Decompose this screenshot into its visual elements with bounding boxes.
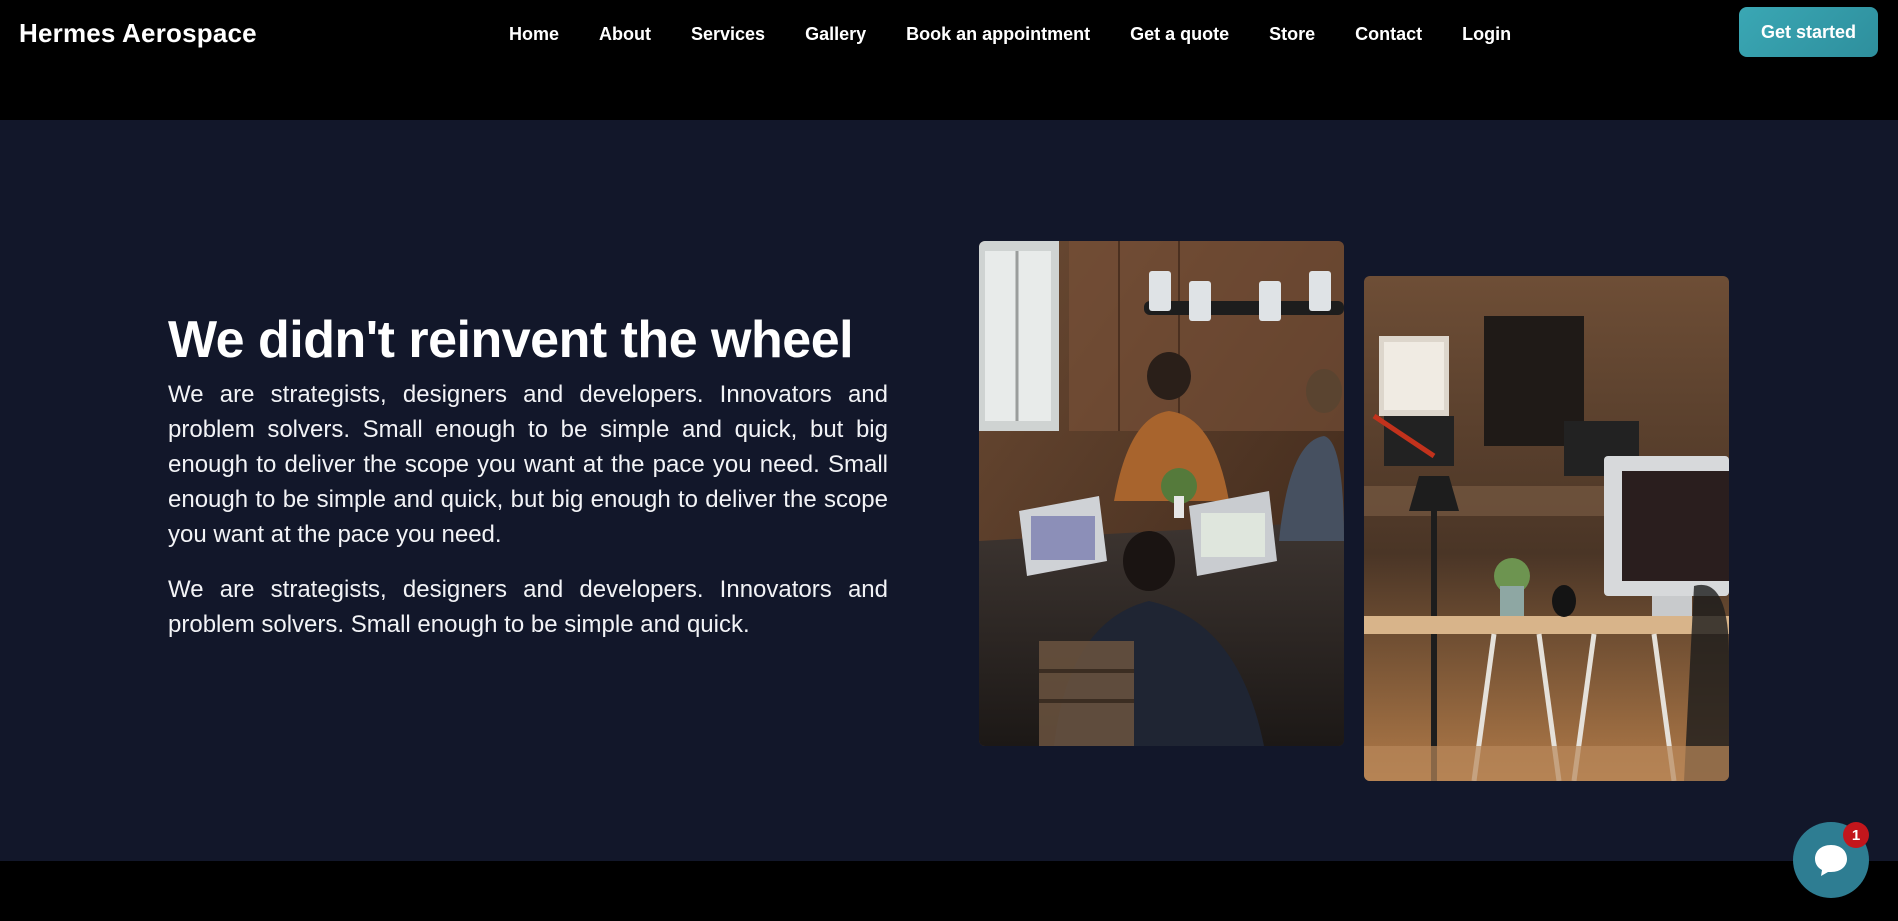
chat-bubble-icon (1815, 845, 1847, 876)
nav-link-services[interactable]: Services (671, 22, 785, 46)
section-paragraph-2: We are strategists, designers and develo… (168, 576, 888, 638)
section-headline: We didn't reinvent the wheel (168, 311, 854, 369)
about-section: We didn't reinvent the wheel We are stra… (0, 120, 1898, 861)
nav-link-home[interactable]: Home (509, 22, 579, 46)
site-header: Hermes Aerospace Home About Services Gal… (0, 0, 1898, 120)
nav-link-gallery[interactable]: Gallery (785, 22, 886, 46)
get-started-button[interactable]: Get started (1739, 7, 1878, 57)
nav-link-contact[interactable]: Contact (1335, 22, 1442, 46)
footer-bar (0, 861, 1898, 921)
nav-link-about[interactable]: About (579, 22, 671, 46)
main-nav: Home About Services Gallery Book an appo… (509, 22, 1531, 46)
section-paragraph-1: We are strategists, designers and develo… (168, 381, 888, 548)
nav-link-book-appointment[interactable]: Book an appointment (886, 22, 1110, 46)
team-meeting-photo (979, 241, 1344, 746)
page: Hermes Aerospace Home About Services Gal… (0, 0, 1898, 921)
nav-link-login[interactable]: Login (1442, 22, 1531, 46)
nav-link-get-quote[interactable]: Get a quote (1110, 22, 1249, 46)
nav-link-store[interactable]: Store (1249, 22, 1335, 46)
brand-logo[interactable]: Hermes Aerospace (19, 18, 257, 49)
office-desks-photo (1364, 276, 1729, 781)
chat-notification-badge: 1 (1843, 822, 1869, 848)
